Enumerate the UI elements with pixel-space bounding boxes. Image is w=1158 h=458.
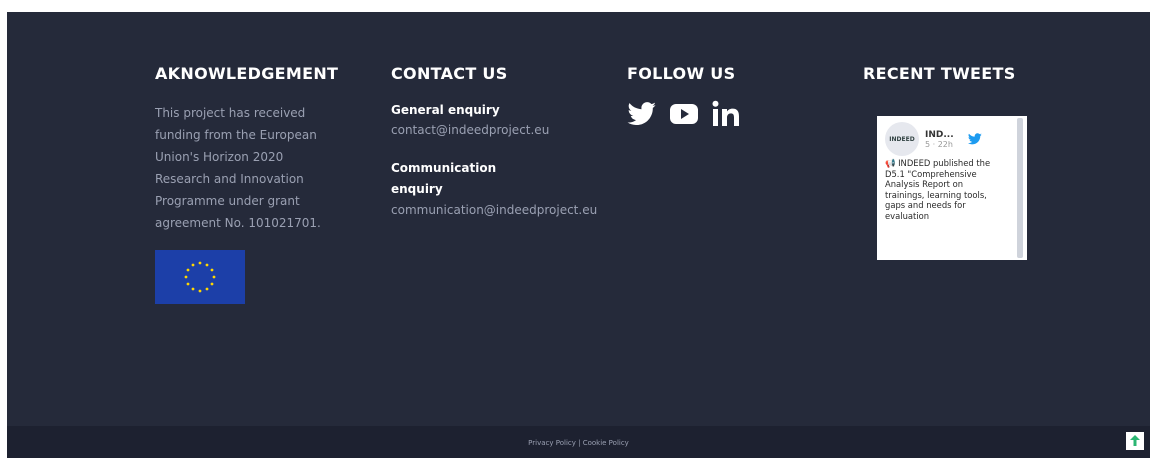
follow-title: FOLLOW US	[627, 64, 736, 83]
eu-flag-logo	[155, 250, 245, 304]
tweet-avatar[interactable]: INDEED	[885, 122, 919, 156]
policy-separator: |	[575, 439, 583, 447]
contact-title: CONTACT US	[391, 64, 508, 83]
tweet-scrollbar[interactable]	[1017, 118, 1023, 258]
arrow-up-icon	[1130, 432, 1140, 451]
acknowledgement-title: AKNOWLEDGEMENT	[155, 64, 339, 83]
recent-tweets-column: RECENT TWEETS INDEED IND... 5 · 22h 📢 IN…	[863, 64, 1083, 260]
follow-column: FOLLOW US	[627, 64, 827, 132]
acknowledgement-text: This project has received funding from t…	[155, 106, 321, 230]
cookie-policy-link[interactable]: Cookie Policy	[583, 439, 629, 447]
tweet-timestamp: 5 · 22h	[925, 139, 953, 149]
privacy-policy-link[interactable]: Privacy Policy	[528, 439, 576, 447]
acknowledgement-column: AKNOWLEDGEMENT This project has received…	[155, 64, 365, 304]
policy-links: Privacy Policy | Cookie Policy	[7, 439, 1150, 447]
communication-enquiry-label: Communication enquiry	[391, 161, 497, 196]
footer-bottom-bar: Privacy Policy | Cookie Policy	[7, 426, 1150, 458]
general-enquiry-email-link[interactable]: contact@indeedproject.eu	[391, 120, 651, 140]
general-enquiry-label: General enquiry	[391, 103, 500, 117]
twitter-icon[interactable]	[627, 102, 657, 130]
back-to-top-button[interactable]	[1126, 432, 1144, 450]
linkedin-icon[interactable]	[711, 100, 745, 132]
tweet-author[interactable]: IND...	[925, 130, 954, 140]
tweet-text[interactable]: 📢 INDEED published the D5.1 "Comprehensi…	[877, 156, 1013, 224]
twitter-timeline-widget[interactable]: INDEED IND... 5 · 22h 📢 INDEED published…	[877, 116, 1027, 260]
youtube-icon[interactable]	[669, 103, 699, 129]
recent-tweets-title: RECENT TWEETS	[863, 64, 1016, 83]
social-links	[627, 100, 827, 132]
contact-column: CONTACT US General enquiry contact@indee…	[391, 64, 651, 220]
site-footer: AKNOWLEDGEMENT This project has received…	[7, 12, 1150, 426]
communication-email-link[interactable]: communication@indeedproject.eu	[391, 200, 651, 220]
twitter-bird-icon[interactable]	[967, 130, 982, 149]
